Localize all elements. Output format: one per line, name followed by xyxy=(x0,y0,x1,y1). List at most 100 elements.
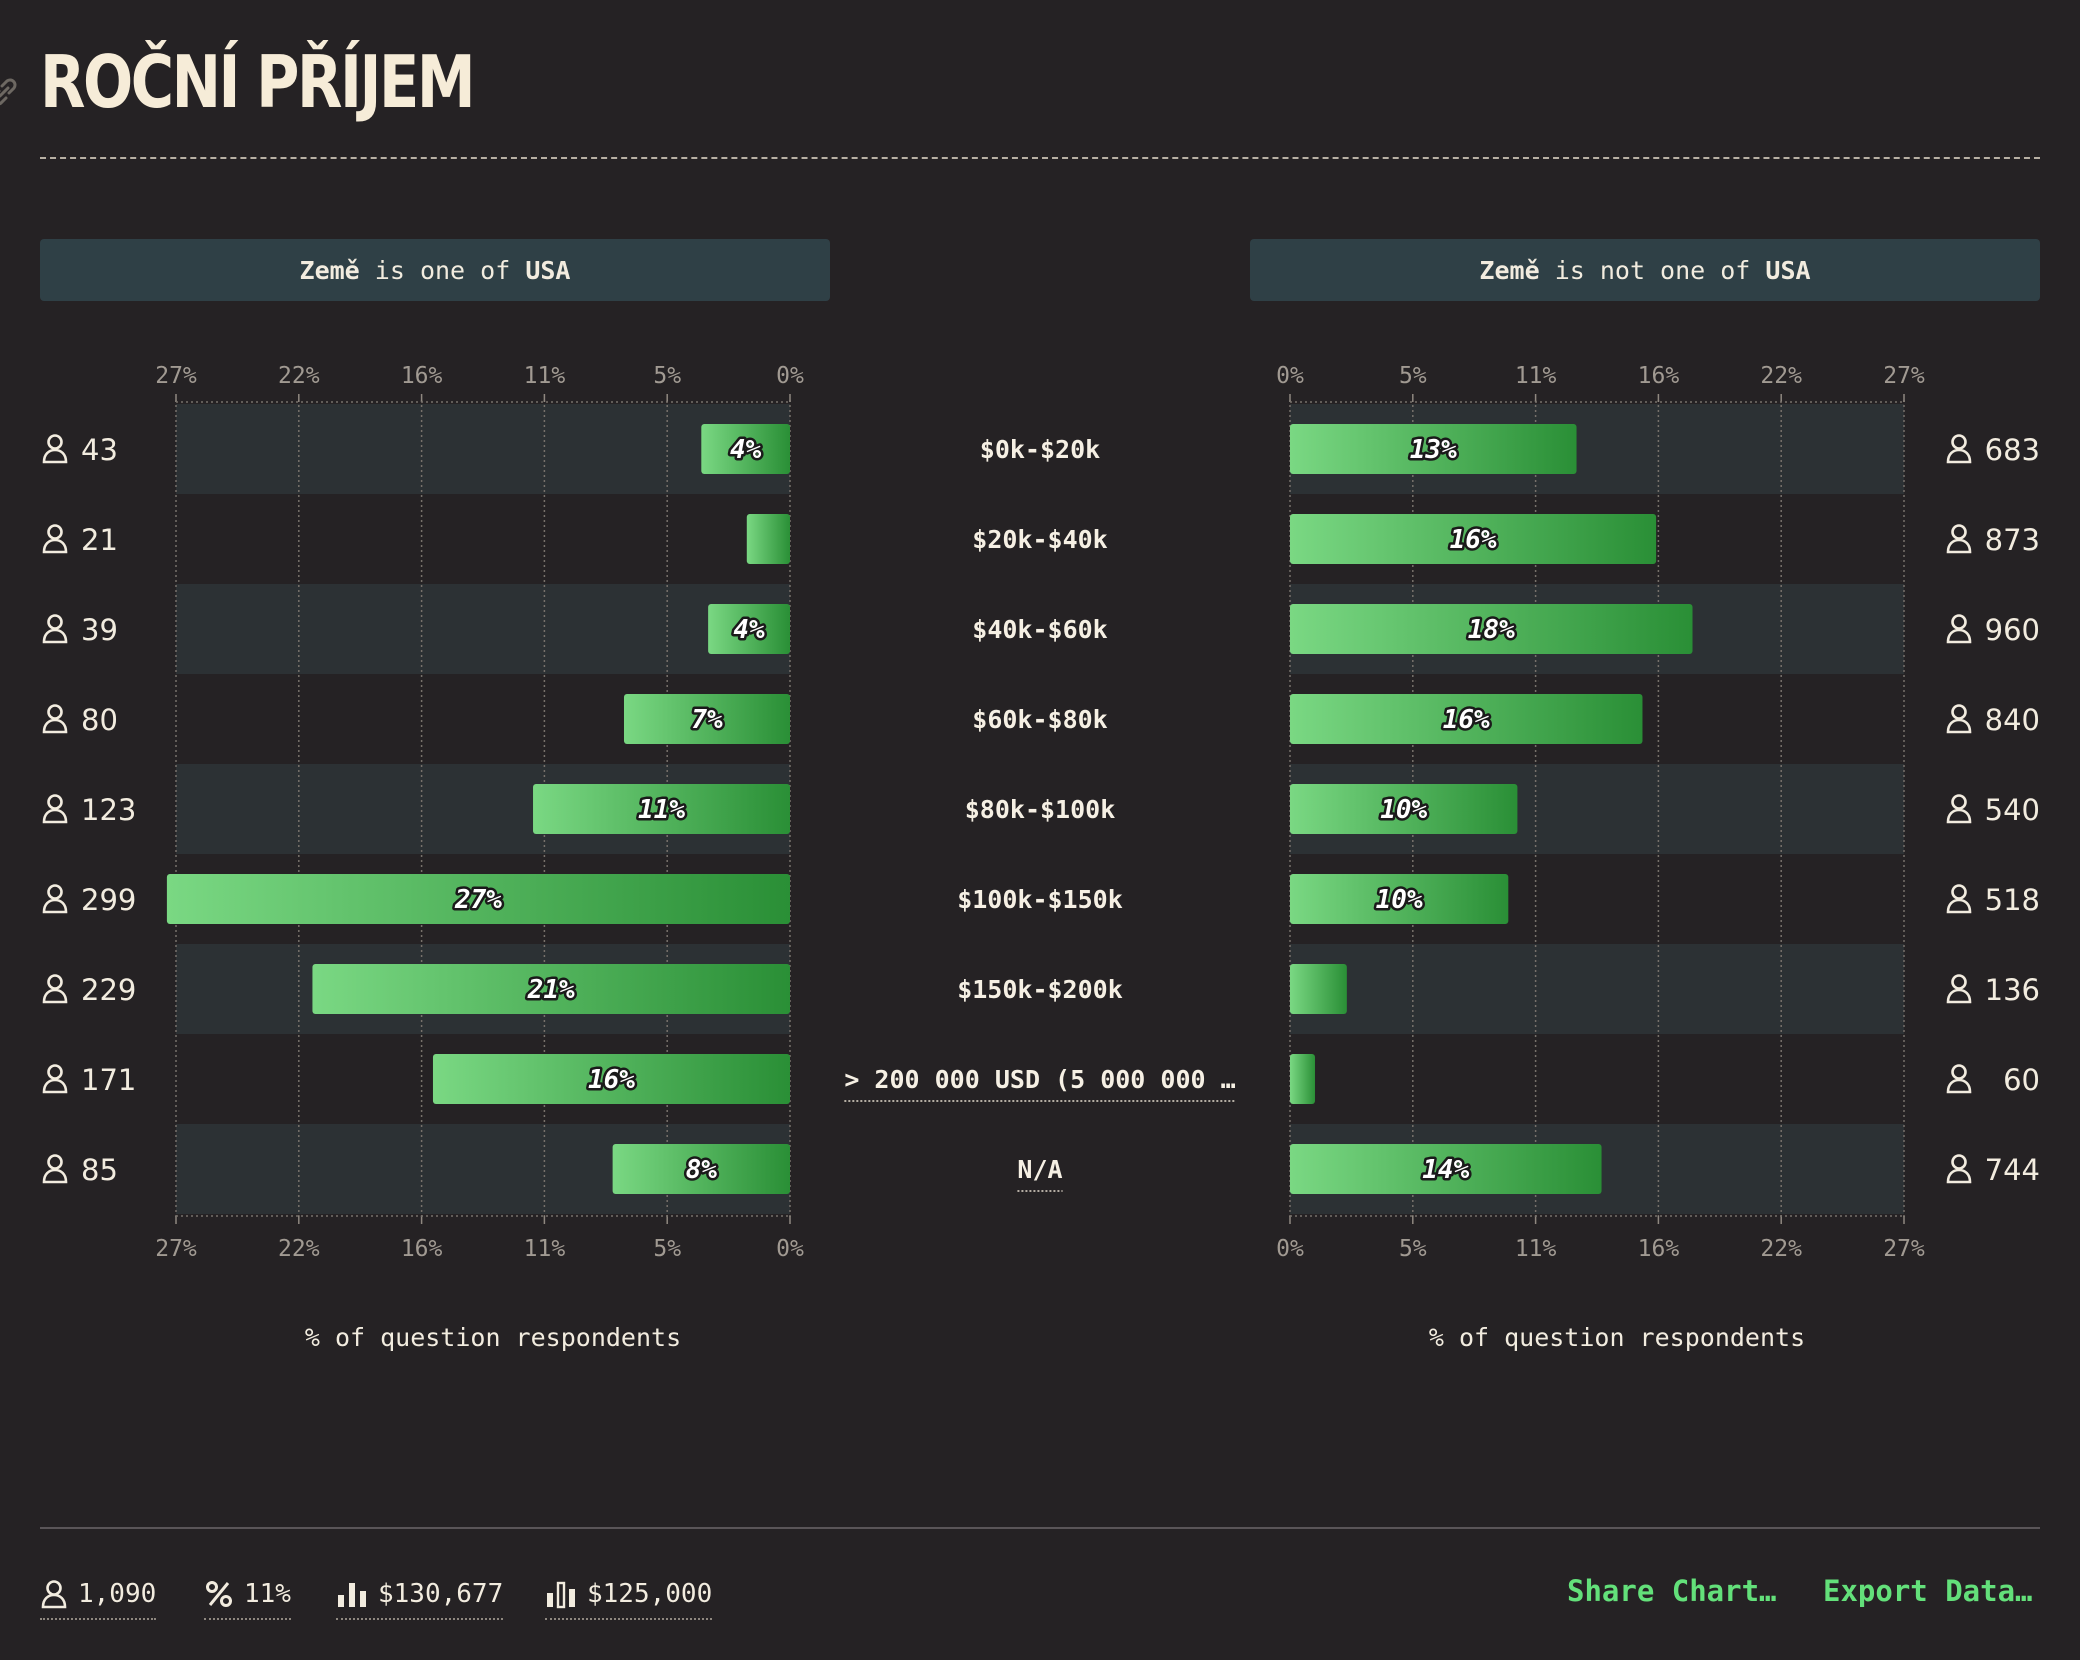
respondents-value: 1,090 xyxy=(78,1579,157,1609)
respondent-count: 540 xyxy=(1985,793,2040,827)
x-tick-label: 0% xyxy=(776,363,804,389)
bar-value-label: 7% xyxy=(691,705,723,735)
bar-value-label: 27% xyxy=(454,885,502,915)
bar-value-label: 16% xyxy=(588,1065,635,1095)
row-band xyxy=(1290,944,1904,1034)
x-tick-label: 11% xyxy=(1515,1236,1557,1262)
person-icon xyxy=(1946,794,1972,824)
person-icon xyxy=(42,884,68,914)
x-tick-label: 16% xyxy=(1638,363,1680,389)
category-label[interactable]: $60k-$80k xyxy=(972,705,1107,734)
category-label[interactable]: $80k-$100k xyxy=(965,795,1116,824)
person-icon xyxy=(42,794,68,824)
percent-icon xyxy=(206,1581,232,1607)
stat-mean[interactable]: $130,677 xyxy=(336,1572,504,1620)
bar-value-label: 16% xyxy=(1450,525,1497,555)
x-tick-label: 27% xyxy=(1883,363,1925,389)
bar-value-label: 13% xyxy=(1410,435,1457,465)
person-icon xyxy=(1946,1064,1972,1094)
x-tick-label: 11% xyxy=(524,363,566,389)
footer-divider xyxy=(40,1527,2040,1529)
category-label[interactable]: $100k-$150k xyxy=(957,885,1123,914)
respondent-count: 60 xyxy=(2003,1063,2040,1097)
bar-value-label: 8% xyxy=(686,1155,718,1185)
category-label[interactable]: N/A xyxy=(1017,1155,1062,1184)
respondent-count: 744 xyxy=(1985,1153,2040,1187)
person-icon xyxy=(1946,524,1972,554)
person-icon xyxy=(1946,434,1972,464)
income-diverging-bar-chart: 0% 0% 0% 0% 5% 5% 5% 5% 11% 11% 11% 11% 16% 16% 16% 16%… xyxy=(42,363,2040,1352)
respondent-count: 85 xyxy=(81,1153,118,1187)
respondent-count: 299 xyxy=(81,883,136,917)
x-tick-label: 22% xyxy=(1760,1236,1802,1262)
x-tick-label: 27% xyxy=(155,363,197,389)
bar-non-usa[interactable] xyxy=(1290,964,1347,1014)
person-icon xyxy=(42,434,68,464)
person-icon xyxy=(41,1580,67,1609)
respondent-count: 960 xyxy=(1985,613,2040,647)
row-band xyxy=(176,584,790,674)
share-chart-button[interactable]: Share Chart… xyxy=(1567,1574,1777,1608)
respondent-count: 683 xyxy=(1985,433,2040,467)
x-tick-label: 22% xyxy=(278,1236,320,1262)
person-icon xyxy=(1946,884,1972,914)
category-label[interactable]: $0k-$20k xyxy=(980,435,1100,464)
x-tick-label: 16% xyxy=(401,1236,443,1262)
category-label[interactable]: $40k-$60k xyxy=(972,615,1107,644)
x-tick-label: 0% xyxy=(1276,363,1304,389)
person-icon xyxy=(42,974,68,1004)
category-label[interactable]: > 200 000 USD (5 000 000 … xyxy=(844,1065,1235,1094)
person-icon xyxy=(42,1064,68,1094)
x-tick-label: 16% xyxy=(1638,1236,1680,1262)
bar-value-label: 10% xyxy=(1380,795,1427,825)
x-tick-label: 11% xyxy=(1515,363,1557,389)
x-tick-label: 5% xyxy=(653,1236,681,1262)
respondent-count: 43 xyxy=(81,433,118,467)
person-icon xyxy=(42,1154,68,1184)
x-tick-label: 5% xyxy=(653,363,681,389)
x-tick-label: 0% xyxy=(776,1236,804,1262)
respondent-count: 136 xyxy=(1985,973,2040,1007)
x-tick-label: 22% xyxy=(278,363,320,389)
x-axis-title: % of question respondents xyxy=(1429,1323,1805,1352)
x-tick-label: 0% xyxy=(1276,1236,1304,1262)
respondent-count: 840 xyxy=(1985,703,2040,737)
x-tick-label: 22% xyxy=(1760,363,1802,389)
respondent-count: 518 xyxy=(1985,883,2040,917)
category-label[interactable]: $150k-$200k xyxy=(957,975,1123,1004)
stat-median[interactable]: $125,000 xyxy=(545,1572,713,1620)
bar-value-label: 16% xyxy=(1443,705,1490,735)
bar-value-label: 4% xyxy=(730,435,762,465)
person-icon xyxy=(1946,704,1972,734)
percent-value: 11% xyxy=(244,1579,291,1609)
x-tick-label: 16% xyxy=(401,363,443,389)
respondent-count: 229 xyxy=(81,973,136,1007)
category-label[interactable]: $20k-$40k xyxy=(972,525,1107,554)
x-tick-label: 27% xyxy=(155,1236,197,1262)
bar-value-label: 4% xyxy=(733,615,765,645)
export-data-button[interactable]: Export Data… xyxy=(1823,1574,2033,1608)
person-icon xyxy=(42,524,68,554)
x-axis-title: % of question respondents xyxy=(305,1323,681,1352)
respondent-count: 80 xyxy=(81,703,118,737)
bar-usa[interactable] xyxy=(746,514,790,564)
stat-respondents[interactable]: 1,090 xyxy=(40,1572,157,1620)
bar-value-label: 11% xyxy=(638,795,685,825)
mean-bars-icon xyxy=(338,1583,366,1607)
row-band xyxy=(176,404,790,494)
respondent-count: 21 xyxy=(81,523,118,557)
x-tick-label: 27% xyxy=(1883,1236,1925,1262)
x-tick-label: 5% xyxy=(1399,1236,1427,1262)
person-icon xyxy=(1946,614,1972,644)
person-icon xyxy=(42,614,68,644)
bar-non-usa[interactable] xyxy=(1290,1054,1316,1104)
bar-value-label: 10% xyxy=(1376,885,1423,915)
bar-value-label: 21% xyxy=(527,975,575,1005)
person-icon xyxy=(42,704,68,734)
person-icon xyxy=(1946,1154,1972,1184)
median-value: $125,000 xyxy=(587,1579,713,1609)
stat-percent[interactable]: 11% xyxy=(204,1572,291,1620)
median-bars-icon xyxy=(547,1581,575,1609)
x-tick-label: 11% xyxy=(524,1236,566,1262)
respondent-count: 873 xyxy=(1985,523,2040,557)
